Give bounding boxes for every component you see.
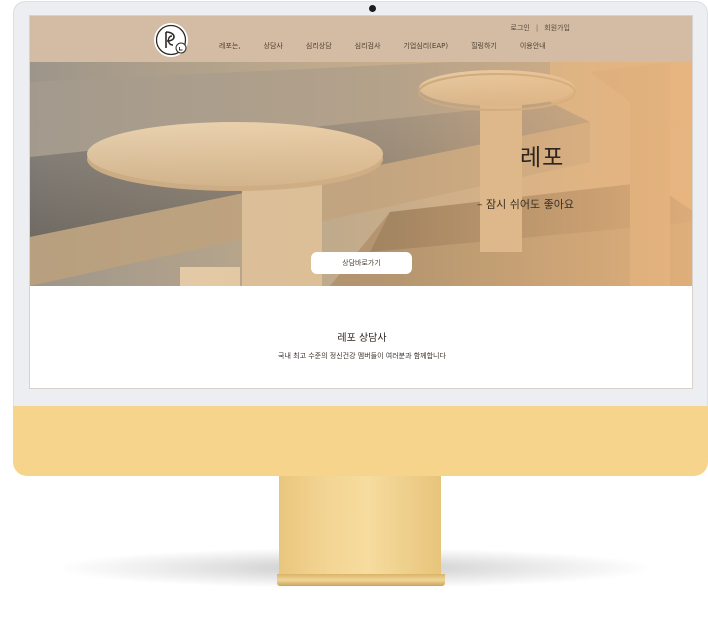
- nav-item-counseling[interactable]: 심리상담: [306, 41, 332, 51]
- nav-item-about[interactable]: 레포는,: [219, 41, 241, 51]
- monitor-stand: [279, 476, 441, 576]
- main-nav: 레포는, 상담사 심리상담 심리검사 기업심리(EAP) 힐링하기 이용안내: [219, 41, 546, 51]
- monitor-stand-base: [277, 574, 445, 586]
- monitor-chin: [13, 406, 708, 476]
- section-title: 레포 상담사: [337, 333, 387, 344]
- hero-banner: 레포 – 잠시 쉬어도 좋아요 상담바로가기: [30, 62, 692, 286]
- util-divider: |: [535, 24, 539, 32]
- utility-links: 로그인 | 회원가입: [511, 23, 570, 33]
- nav-item-counselors[interactable]: 상담사: [264, 41, 283, 51]
- hero-title: 레포: [520, 145, 565, 171]
- nav-item-guide[interactable]: 이용안내: [520, 41, 546, 51]
- nav-item-healing[interactable]: 힐링하기: [471, 41, 497, 51]
- brand-logo[interactable]: [154, 23, 188, 57]
- logo-mark-icon: [155, 24, 187, 56]
- login-link[interactable]: 로그인: [511, 23, 530, 33]
- nav-item-tests[interactable]: 심리검사: [355, 41, 381, 51]
- signup-link[interactable]: 회원가입: [544, 23, 570, 33]
- section-description: 국내 최고 수준의 정신건강 멤버들이 여러분과 함께합니다: [278, 352, 446, 360]
- counseling-cta-button[interactable]: 상담바로가기: [311, 252, 412, 274]
- website-screen: 로그인 | 회원가입 레포는, 상담사 심리상담 심리검사 기업심리(EAP) …: [29, 15, 693, 389]
- hero-subtitle: – 잠시 쉬어도 좋아요: [477, 198, 574, 211]
- nav-item-eap[interactable]: 기업심리(EAP): [403, 41, 448, 51]
- site-header: 로그인 | 회원가입 레포는, 상담사 심리상담 심리검사 기업심리(EAP) …: [30, 16, 692, 62]
- camera-dot: [369, 5, 376, 12]
